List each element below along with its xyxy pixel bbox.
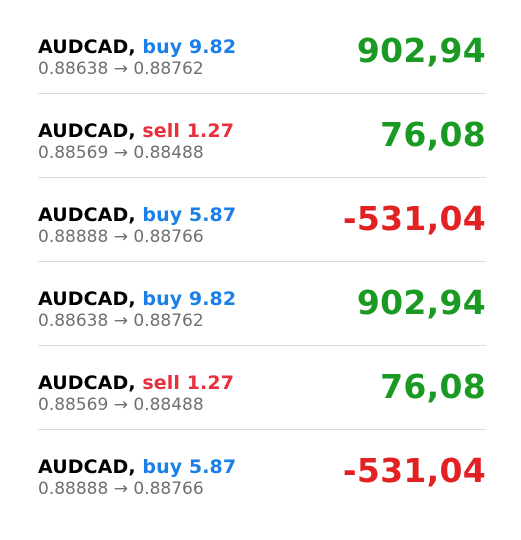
trade-row[interactable]: AUDCAD, buy 9.82 0.88638 → 0.88762 902,9…: [38, 283, 486, 372]
trade-title: AUDCAD, buy 9.82: [38, 36, 236, 58]
side-label: buy 5.87: [142, 456, 236, 478]
trade-title: AUDCAD, buy 5.87: [38, 456, 236, 478]
close-price: 0.88488: [133, 143, 204, 163]
open-price: 0.88888: [38, 227, 109, 247]
symbol-label: AUDCAD: [38, 120, 129, 142]
trade-row[interactable]: AUDCAD, buy 5.87 0.88888 → 0.88766 -531,…: [38, 199, 486, 288]
row-divider: [38, 345, 486, 346]
price-range: 0.88888 → 0.88766: [38, 479, 204, 499]
close-price: 0.88766: [133, 227, 204, 247]
close-price: 0.88762: [133, 59, 204, 79]
arrow-right-icon: →: [113, 311, 128, 331]
row-divider: [38, 177, 486, 178]
row-divider: [38, 429, 486, 430]
arrow-right-icon: →: [113, 143, 128, 163]
profit-value: 902,94: [356, 283, 486, 322]
trade-title: AUDCAD, sell 1.27: [38, 372, 234, 394]
side-type: buy: [142, 288, 183, 310]
trade-row[interactable]: AUDCAD, buy 5.87 0.88888 → 0.88766 -531,…: [38, 451, 486, 540]
trade-title: AUDCAD, sell 1.27: [38, 120, 234, 142]
volume-value: 1.27: [186, 120, 235, 142]
trade-row[interactable]: AUDCAD, sell 1.27 0.88569 → 0.88488 76,0…: [38, 115, 486, 204]
profit-value: -531,04: [342, 199, 486, 238]
trade-title: AUDCAD, buy 5.87: [38, 204, 236, 226]
open-price: 0.88638: [38, 59, 109, 79]
open-price: 0.88569: [38, 143, 109, 163]
volume-value: 1.27: [186, 372, 235, 394]
symbol-label: AUDCAD: [38, 372, 129, 394]
symbol-label: AUDCAD: [38, 288, 129, 310]
volume-value: 9.82: [188, 36, 237, 58]
close-price: 0.88762: [133, 311, 204, 331]
side-type: buy: [142, 456, 183, 478]
title-separator: ,: [128, 120, 143, 142]
price-range: 0.88638 → 0.88762: [38, 59, 204, 79]
side-type: buy: [142, 36, 183, 58]
price-range: 0.88569 → 0.88488: [38, 143, 204, 163]
title-separator: ,: [128, 204, 143, 226]
side-label: sell 1.27: [142, 120, 234, 142]
title-separator: ,: [128, 36, 143, 58]
side-type: buy: [142, 204, 183, 226]
close-price: 0.88488: [133, 395, 204, 415]
title-separator: ,: [128, 456, 143, 478]
trade-title: AUDCAD, buy 9.82: [38, 288, 236, 310]
profit-value: 76,08: [380, 367, 486, 406]
trade-row[interactable]: AUDCAD, buy 9.82 0.88638 → 0.88762 902,9…: [38, 31, 486, 120]
side-type: sell: [142, 372, 181, 394]
side-label: buy 5.87: [142, 204, 236, 226]
profit-value: -531,04: [342, 451, 486, 490]
row-divider: [38, 261, 486, 262]
title-separator: ,: [128, 372, 143, 394]
side-label: buy 9.82: [142, 36, 236, 58]
symbol-label: AUDCAD: [38, 36, 129, 58]
profit-value: 76,08: [380, 115, 486, 154]
arrow-right-icon: →: [113, 479, 128, 499]
trade-row[interactable]: AUDCAD, sell 1.27 0.88569 → 0.88488 76,0…: [38, 367, 486, 456]
price-range: 0.88888 → 0.88766: [38, 227, 204, 247]
open-price: 0.88569: [38, 395, 109, 415]
symbol-label: AUDCAD: [38, 456, 129, 478]
title-separator: ,: [128, 288, 143, 310]
row-divider: [38, 93, 486, 94]
arrow-right-icon: →: [113, 59, 128, 79]
profit-value: 902,94: [356, 31, 486, 70]
open-price: 0.88638: [38, 311, 109, 331]
arrow-right-icon: →: [113, 395, 128, 415]
trade-list: AUDCAD, buy 9.82 0.88638 → 0.88762 902,9…: [0, 0, 521, 536]
price-range: 0.88569 → 0.88488: [38, 395, 204, 415]
side-label: sell 1.27: [142, 372, 234, 394]
volume-value: 5.87: [188, 456, 237, 478]
symbol-label: AUDCAD: [38, 204, 129, 226]
volume-value: 5.87: [188, 204, 237, 226]
close-price: 0.88766: [133, 479, 204, 499]
side-type: sell: [142, 120, 181, 142]
open-price: 0.88888: [38, 479, 109, 499]
volume-value: 9.82: [188, 288, 237, 310]
arrow-right-icon: →: [113, 227, 128, 247]
price-range: 0.88638 → 0.88762: [38, 311, 204, 331]
side-label: buy 9.82: [142, 288, 236, 310]
